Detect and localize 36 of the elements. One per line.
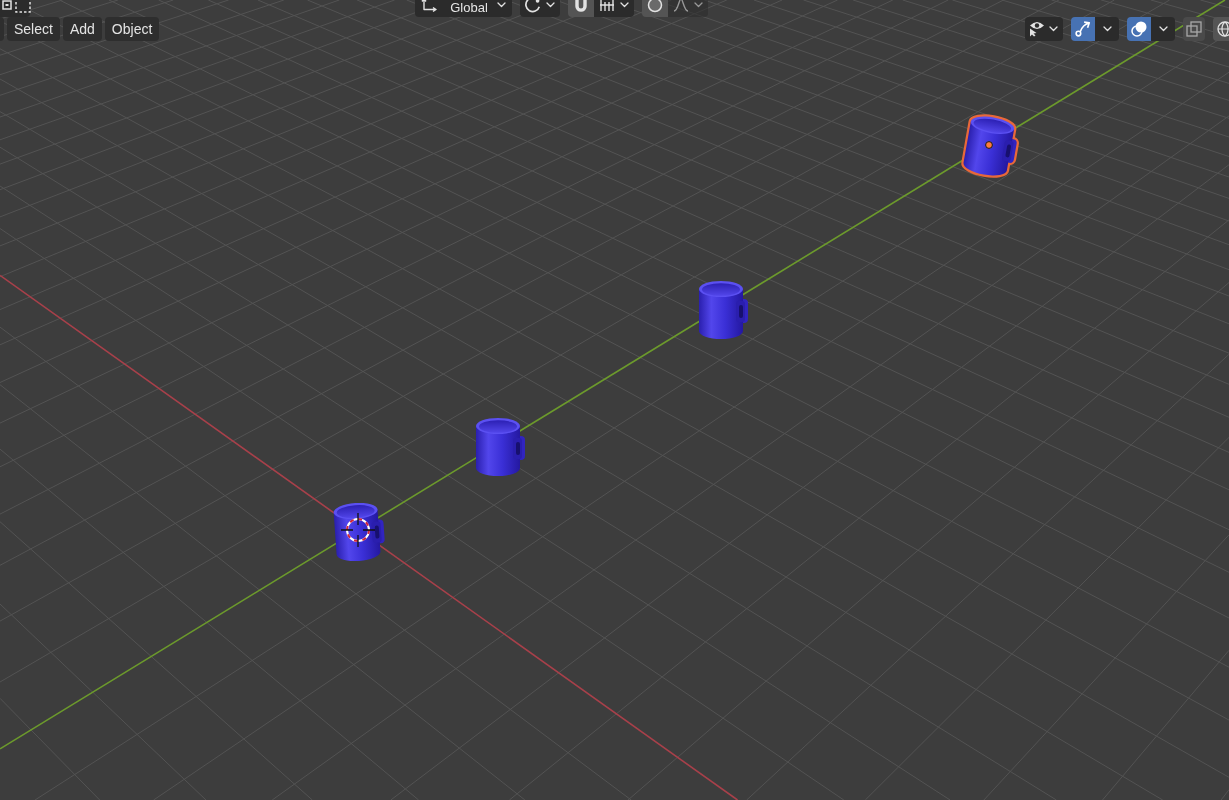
circle-dot-icon <box>525 0 541 13</box>
menu-button[interactable]: Object <box>104 17 160 41</box>
curve-icon <box>673 0 689 13</box>
cursor-crosshair-icon <box>340 512 376 548</box>
overlapping-circles-icon <box>1131 21 1147 37</box>
caret-icon <box>497 2 506 8</box>
proportional-toggle[interactable] <box>642 0 668 17</box>
falloff-dropdown[interactable] <box>668 0 708 17</box>
menu-button[interactable]: Add <box>62 17 102 41</box>
visibility-dropdown[interactable] <box>1025 17 1063 41</box>
caret-icon <box>1158 26 1168 32</box>
pivot-dropdown[interactable] <box>520 0 560 17</box>
xray-toggle[interactable] <box>1183 17 1205 41</box>
eye-icon <box>1029 21 1045 37</box>
magnet-icon <box>573 0 589 13</box>
globe-icon <box>1217 21 1229 37</box>
overlapping-squares-icon <box>1186 21 1202 37</box>
gizmo-dropdown[interactable] <box>1095 17 1119 41</box>
origin-dot-icon <box>985 141 993 149</box>
caret-icon <box>1049 26 1058 32</box>
square-icon <box>2 0 12 10</box>
orientation-dropdown[interactable]: Global <box>415 0 512 17</box>
snap-dropdown[interactable] <box>594 0 634 17</box>
curved-arrow-icon <box>1075 21 1091 37</box>
axes-icon <box>421 0 437 13</box>
menu-button[interactable]: Select <box>7 17 60 41</box>
overlay-toggle[interactable] <box>1127 17 1151 41</box>
caret-icon <box>1102 26 1112 32</box>
grid-icon <box>599 0 615 13</box>
caret-icon <box>620 2 629 8</box>
caret-icon <box>694 2 703 8</box>
caret-icon <box>546 2 555 8</box>
snap-toggle[interactable] <box>568 0 594 17</box>
overlay-dropdown[interactable] <box>1151 17 1175 41</box>
select-mode-button[interactable] <box>0 0 30 17</box>
gizmo-toggle[interactable] <box>1071 17 1095 41</box>
